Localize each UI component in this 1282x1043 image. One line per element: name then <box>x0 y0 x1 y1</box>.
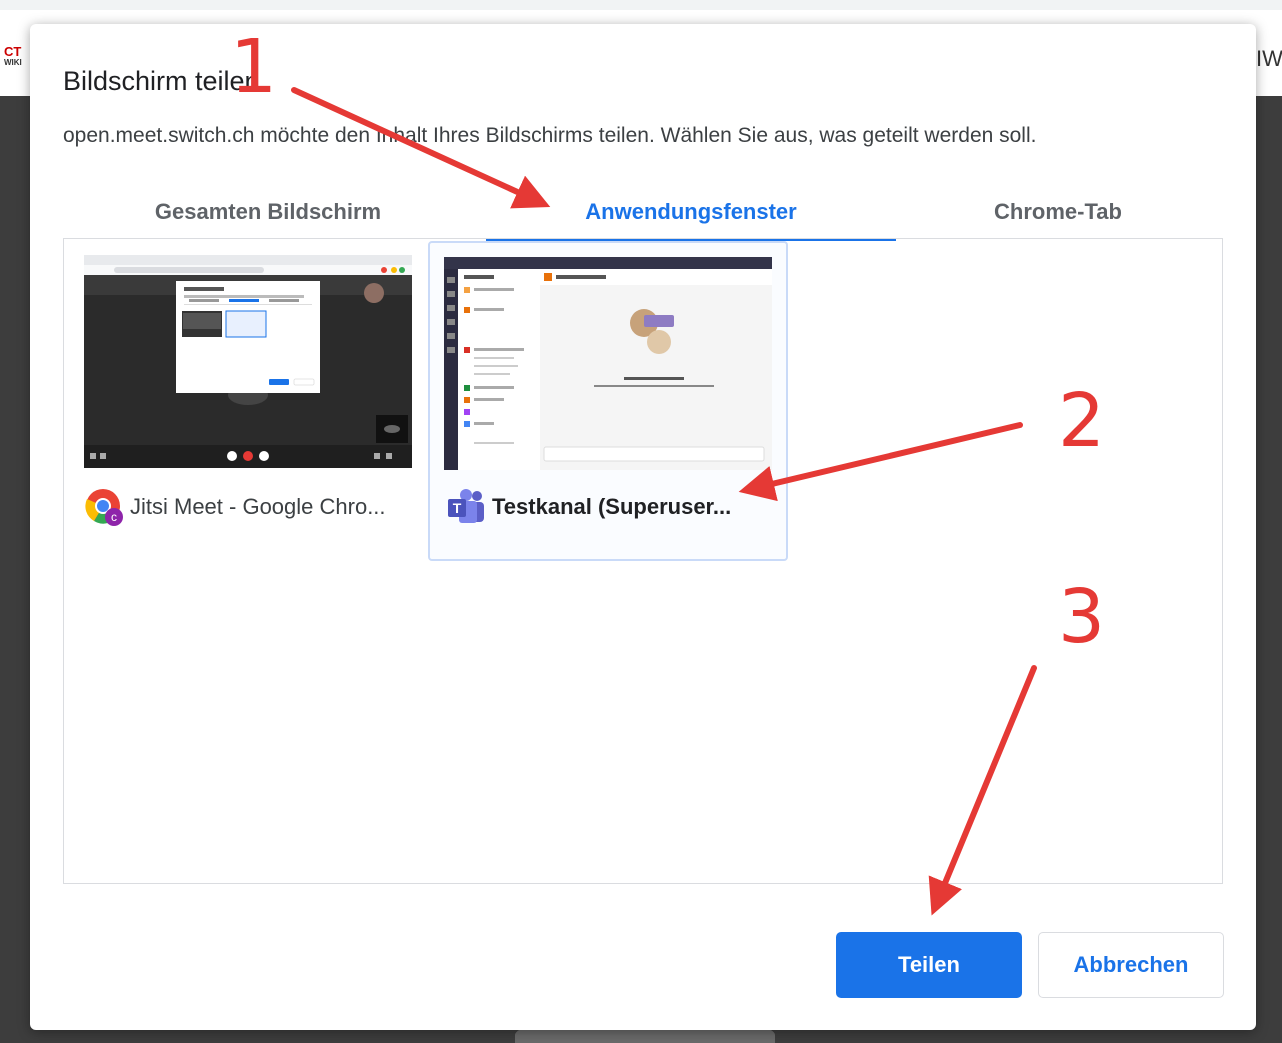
tab-application-window[interactable]: Anwendungsfenster <box>486 184 896 241</box>
tab-chrome-tab[interactable]: Chrome-Tab <box>853 184 1263 240</box>
site-logo-bottom: WIKI <box>4 58 22 67</box>
source-title-teams: Testkanal (Superuser... <box>492 494 732 519</box>
annotation-number-2: 2 <box>1058 378 1106 464</box>
teams-icon: T <box>446 487 486 527</box>
source-item-jitsi[interactable]: c Jitsi Meet - Google Chro... <box>80 243 440 563</box>
source-tabs: Gesamten Bildschirm Anwendungsfenster Ch… <box>63 184 1223 241</box>
source-list-panel: c Jitsi Meet - Google Chro... T Testkana… <box>63 238 1223 884</box>
window-thumbnail-teams <box>444 257 772 470</box>
tab-entire-screen[interactable]: Gesamten Bildschirm <box>63 184 473 240</box>
browser-tab-strip <box>0 0 1282 10</box>
share-button[interactable]: Teilen <box>836 932 1022 998</box>
source-title-jitsi: Jitsi Meet - Google Chro... <box>130 494 386 519</box>
cancel-button[interactable]: Abbrechen <box>1038 932 1224 998</box>
window-thumbnail-jitsi <box>84 255 412 468</box>
dialog-description: open.meet.switch.ch möchte den Inhalt Ih… <box>63 124 1037 147</box>
source-item-teams[interactable]: T Testkanal (Superuser... <box>428 241 788 561</box>
chrome-icon: c <box>84 487 124 527</box>
source-label-teams: T Testkanal (Superuser... <box>446 487 731 527</box>
source-label-jitsi: c Jitsi Meet - Google Chro... <box>84 487 386 527</box>
svg-text:T: T <box>453 500 462 516</box>
svg-text:c: c <box>111 510 117 524</box>
site-logo: CT WIKI <box>4 45 22 68</box>
annotation-number-1: 1 <box>230 24 278 110</box>
share-screen-dialog: Bildschirm teilen open.meet.switch.ch mö… <box>30 24 1256 1030</box>
annotation-number-3: 3 <box>1058 574 1106 660</box>
background-text: IW <box>1256 46 1282 71</box>
